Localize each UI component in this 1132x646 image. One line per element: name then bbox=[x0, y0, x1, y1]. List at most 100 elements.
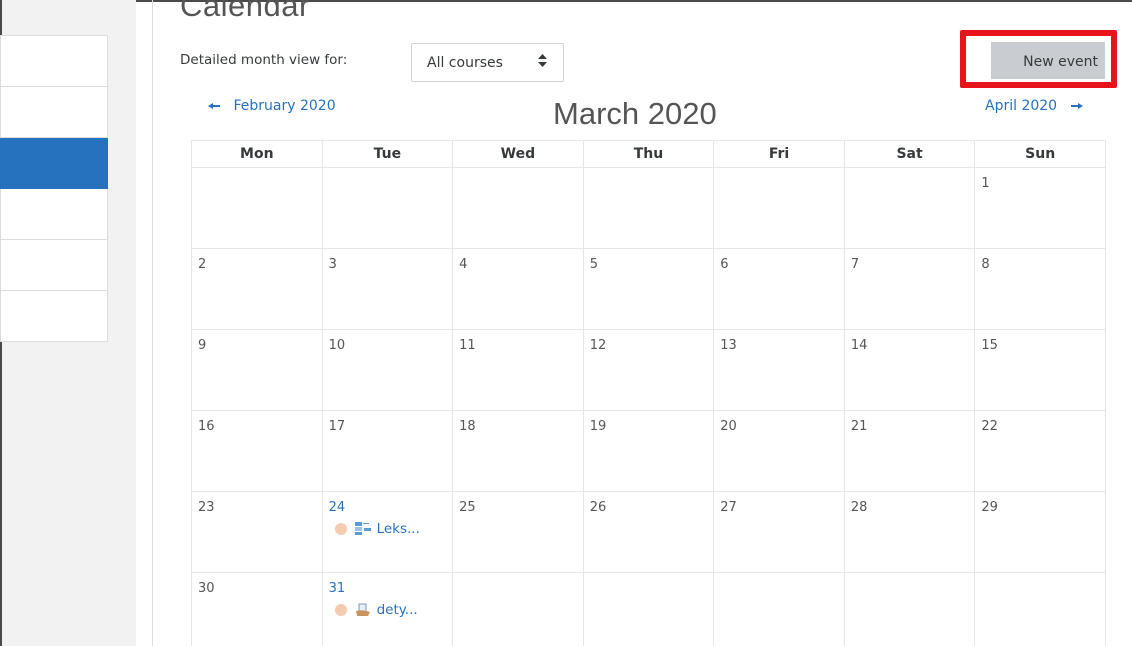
sidebar-item-1[interactable] bbox=[0, 35, 108, 87]
calendar-day-cell[interactable]: 10 bbox=[321, 329, 454, 411]
calendar-week-row: 2 3 4 5 6 7 8 bbox=[191, 248, 1106, 330]
calendar-week-row: 30 31 dety... bbox=[191, 572, 1106, 646]
weekday-wed: Wed bbox=[452, 140, 584, 168]
prev-month-link[interactable]: February 2020 bbox=[198, 98, 336, 114]
weekday-header-row: Mon Tue Wed Thu Fri Sat Sun bbox=[191, 140, 1106, 168]
day-number: 23 bbox=[198, 500, 215, 515]
day-number: 19 bbox=[589, 419, 607, 434]
calendar-day-cell[interactable]: 4 bbox=[452, 248, 584, 330]
weekday-sat: Sat bbox=[843, 140, 976, 168]
calendar-day-cell[interactable]: 11 bbox=[452, 329, 584, 411]
calendar-day-cell[interactable]: 29 bbox=[974, 491, 1106, 573]
day-number: 12 bbox=[589, 338, 607, 353]
calendar-day-cell[interactable]: 1 bbox=[974, 167, 1106, 249]
calendar-day-cell[interactable]: 6 bbox=[713, 248, 845, 330]
day-number: 28 bbox=[850, 500, 868, 515]
window-top-border bbox=[0, 0, 1132, 2]
current-month-title: March 2020 bbox=[553, 96, 717, 131]
day-number: 11 bbox=[459, 338, 476, 353]
day-number[interactable]: 31 bbox=[329, 581, 447, 596]
day-number: 4 bbox=[459, 257, 468, 272]
assignment-icon bbox=[355, 603, 371, 617]
calendar-day-cell[interactable]: 23 bbox=[191, 491, 323, 573]
day-number: 25 bbox=[459, 500, 476, 515]
weekday-sun: Sun bbox=[974, 140, 1106, 168]
calendar-empty-cell bbox=[843, 572, 976, 646]
day-number: 10 bbox=[328, 338, 346, 353]
day-number: 7 bbox=[850, 257, 860, 272]
calendar-day-cell[interactable]: 18 bbox=[452, 410, 584, 492]
calendar-day-cell[interactable]: 17 bbox=[321, 410, 454, 492]
calendar-event[interactable]: dety... bbox=[334, 602, 447, 618]
event-label[interactable]: dety... bbox=[377, 602, 418, 618]
event-dot-icon bbox=[334, 523, 347, 535]
weekday-mon: Mon bbox=[191, 140, 323, 168]
day-number: 3 bbox=[328, 257, 337, 272]
day-number: 9 bbox=[198, 338, 207, 353]
calendar-day-cell[interactable]: 12 bbox=[582, 329, 715, 411]
calendar-week-row: 1 bbox=[191, 167, 1106, 249]
calendar-day-cell[interactable]: 8 bbox=[974, 248, 1106, 330]
calendar-day-cell[interactable]: 21 bbox=[843, 410, 976, 492]
course-select[interactable]: All courses bbox=[411, 43, 564, 82]
weekday-tue: Tue bbox=[321, 140, 454, 168]
day-number: 17 bbox=[328, 419, 346, 434]
day-number: 15 bbox=[981, 338, 998, 353]
calendar-day-cell[interactable]: 13 bbox=[713, 329, 845, 411]
calendar-event[interactable]: Leks... bbox=[334, 521, 447, 537]
calendar-empty-cell bbox=[321, 167, 454, 249]
lesson-icon bbox=[354, 522, 371, 536]
calendar-day-cell[interactable]: 19 bbox=[582, 410, 715, 492]
calendar-day-cell[interactable]: 25 bbox=[452, 491, 584, 573]
calendar-day-cell[interactable]: 30 bbox=[191, 572, 323, 646]
next-month-link[interactable]: April 2020 bbox=[985, 98, 1093, 114]
day-number: 2 bbox=[198, 257, 207, 272]
calendar-day-cell[interactable]: 7 bbox=[843, 248, 976, 330]
sidebar-item-6[interactable] bbox=[0, 291, 108, 342]
calendar-day-cell[interactable]: 5 bbox=[582, 248, 715, 330]
day-number: 18 bbox=[459, 419, 476, 434]
calendar-empty-cell bbox=[843, 167, 976, 249]
calendar-empty-cell bbox=[452, 572, 584, 646]
weekday-thu: Thu bbox=[582, 140, 715, 168]
calendar-day-cell[interactable]: 24 Leks... bbox=[321, 491, 454, 573]
calendar-day-cell[interactable]: 9 bbox=[191, 329, 323, 411]
day-number: 8 bbox=[981, 257, 990, 272]
calendar-day-cell[interactable]: 27 bbox=[713, 491, 845, 573]
calendar-day-cell[interactable]: 28 bbox=[843, 491, 976, 573]
event-label[interactable]: Leks... bbox=[377, 521, 420, 537]
calendar-day-cell[interactable]: 14 bbox=[843, 329, 976, 411]
sidebar-item-5[interactable] bbox=[0, 240, 108, 291]
sidebar-item-4[interactable] bbox=[0, 189, 108, 240]
sidebar-item-2[interactable] bbox=[0, 87, 108, 138]
calendar-week-row: 16 17 18 19 20 21 22 bbox=[191, 410, 1106, 492]
calendar-day-cell[interactable]: 15 bbox=[974, 329, 1106, 411]
day-number: 30 bbox=[198, 581, 215, 596]
calendar-day-cell[interactable]: 2 bbox=[191, 248, 323, 330]
calendar-empty-cell bbox=[582, 167, 715, 249]
day-number: 29 bbox=[981, 500, 998, 515]
calendar-day-cell[interactable]: 22 bbox=[974, 410, 1106, 492]
sidebar-item-active[interactable] bbox=[0, 138, 108, 189]
calendar-empty-cell bbox=[713, 167, 845, 249]
day-number: 13 bbox=[720, 338, 737, 353]
content-divider bbox=[152, 0, 153, 646]
day-number: 6 bbox=[720, 257, 729, 272]
course-filter-label: Detailed month view for: bbox=[180, 52, 348, 68]
calendar-day-cell[interactable]: 20 bbox=[713, 410, 845, 492]
select-arrow-icon bbox=[538, 54, 547, 71]
new-event-button[interactable]: New event bbox=[991, 42, 1105, 79]
calendar-empty-cell bbox=[974, 572, 1106, 646]
calendar-day-cell[interactable]: 16 bbox=[191, 410, 323, 492]
day-number: 21 bbox=[850, 419, 868, 434]
day-number: 20 bbox=[720, 419, 737, 434]
calendar-day-cell[interactable]: 3 bbox=[321, 248, 454, 330]
day-number: 16 bbox=[198, 419, 215, 434]
day-number: 14 bbox=[850, 338, 868, 353]
day-number: 1 bbox=[981, 176, 990, 191]
day-number[interactable]: 24 bbox=[329, 500, 447, 515]
calendar-day-cell[interactable]: 31 dety... bbox=[321, 572, 454, 646]
weekday-fri: Fri bbox=[713, 140, 845, 168]
calendar-day-cell[interactable]: 26 bbox=[582, 491, 715, 573]
calendar-empty-cell bbox=[452, 167, 584, 249]
